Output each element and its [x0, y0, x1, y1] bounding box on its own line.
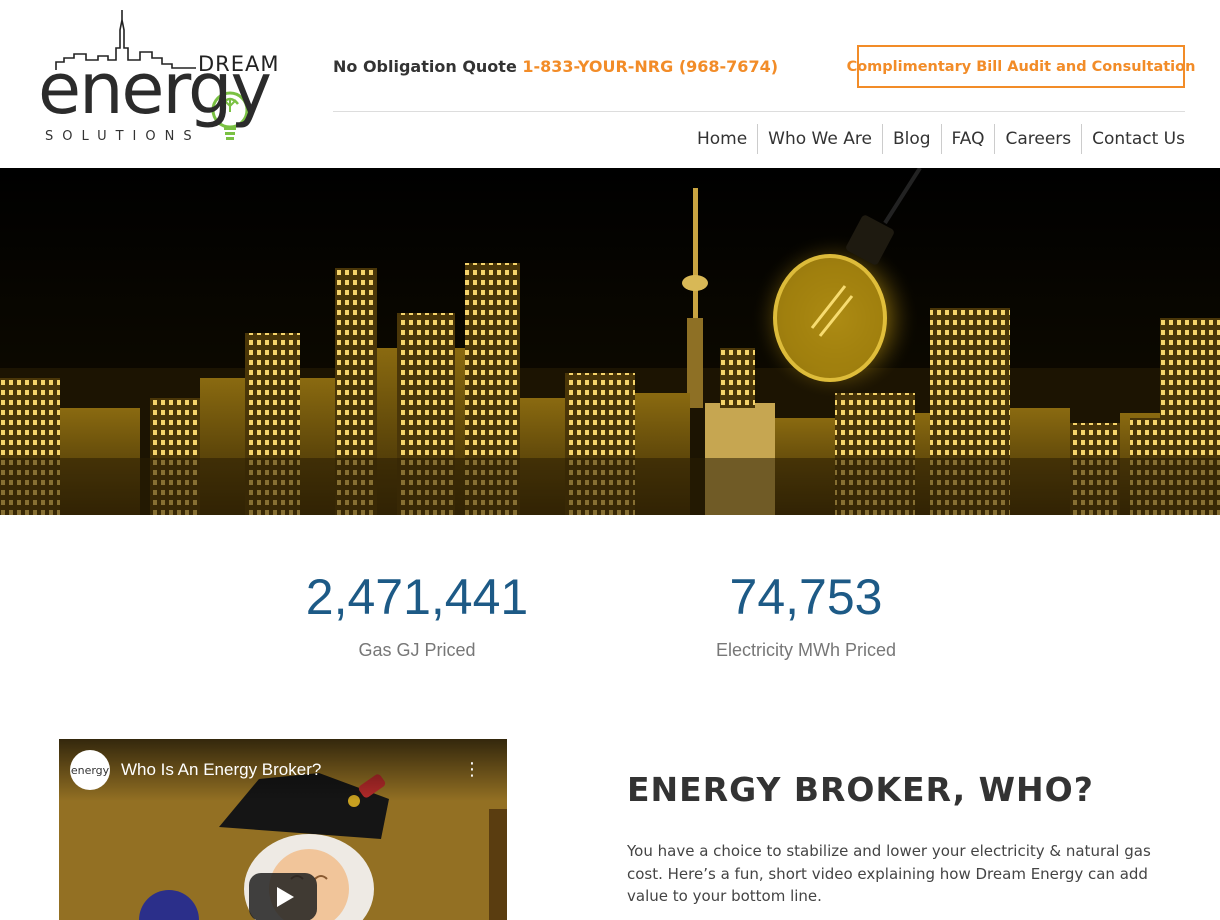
quote-phone-link[interactable]: 1-833-YOUR-NRG (968-7674)	[522, 57, 778, 76]
header-divider	[333, 111, 1185, 112]
main-nav: Home Who We Are Blog FAQ Careers Contact…	[687, 124, 1185, 154]
stat-gas-label: Gas GJ Priced	[358, 640, 476, 660]
nav-item-blog[interactable]: Blog	[881, 124, 941, 154]
play-button[interactable]	[249, 873, 317, 920]
video-player[interactable]: energy Who Is An Energy Broker? ⋮	[59, 739, 507, 920]
section-heading: ENERGY BROKER, WHO?	[627, 770, 1094, 809]
stat-gas-value: 2,471,441	[305, 569, 529, 625]
site-logo[interactable]: DREAM energy SOLUTIONS	[36, 8, 292, 150]
stat-electricity: 74,753 Electricity MWh Priced	[690, 572, 922, 661]
stat-electricity-value: 74,753	[729, 569, 883, 625]
bill-audit-button[interactable]: Complimentary Bill Audit and Consultatio…	[847, 45, 1195, 88]
nav-item-faq[interactable]: FAQ	[940, 124, 995, 154]
nav-item-home[interactable]: Home	[687, 124, 757, 154]
video-title[interactable]: Who Is An Energy Broker?	[121, 760, 321, 780]
section-body: You have a choice to stabilize and lower…	[627, 842, 1151, 905]
play-icon	[276, 887, 294, 907]
city-skyline-illustration	[0, 168, 1220, 515]
logo-energy-text: energy	[38, 48, 272, 130]
logo-solutions-text: SOLUTIONS	[45, 129, 201, 144]
nav-item-who-we-are[interactable]: Who We Are	[757, 124, 882, 154]
stat-electricity-label: Electricity MWh Priced	[715, 640, 897, 660]
channel-avatar[interactable]: energy	[70, 750, 110, 790]
hero-banner	[0, 168, 1220, 515]
quote-line: No Obligation Quote 1-833-YOUR-NRG (968-…	[333, 57, 778, 76]
quote-label: No Obligation Quote	[333, 57, 517, 76]
nav-item-contact-us[interactable]: Contact Us	[1081, 124, 1185, 154]
stat-gas: 2,471,441 Gas GJ Priced	[292, 572, 542, 661]
nav-item-careers[interactable]: Careers	[994, 124, 1081, 154]
more-vertical-icon[interactable]: ⋮	[463, 757, 481, 783]
site-header: DREAM energy SOLUTIONS No Obligation Quo…	[0, 0, 1220, 168]
